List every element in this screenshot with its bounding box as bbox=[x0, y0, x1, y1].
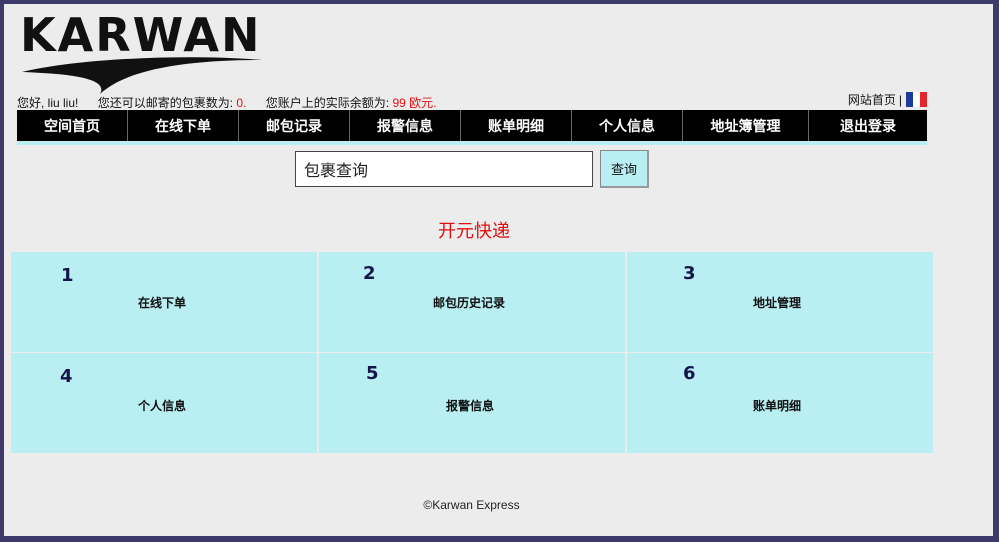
section-title: 开元快递 bbox=[438, 221, 510, 242]
tile-online-order[interactable]: 1 在线下单 bbox=[11, 252, 317, 352]
karwan-logo[interactable]: KARWAN bbox=[20, 10, 264, 96]
feature-grid: 1 在线下单 2 邮包历史记录 3 地址管理 4 个人信息 5 报警信息 6 账… bbox=[11, 252, 933, 453]
nav-address-book[interactable]: 地址簿管理 bbox=[683, 110, 809, 141]
tile-label: 报警信息 bbox=[446, 399, 495, 413]
tile-profile[interactable]: 4 个人信息 bbox=[11, 353, 317, 453]
logo-swoosh-icon bbox=[22, 57, 262, 94]
tile-billing[interactable]: 6 账单明细 bbox=[627, 353, 933, 453]
tile-number: 6 bbox=[683, 363, 696, 384]
parcels-value: 0. bbox=[236, 96, 247, 110]
tile-number: 4 bbox=[60, 366, 73, 387]
nav-parcel-records[interactable]: 邮包记录 bbox=[239, 110, 350, 141]
tile-parcel-history[interactable]: 2 邮包历史记录 bbox=[319, 252, 625, 352]
nav-profile[interactable]: 个人信息 bbox=[572, 110, 683, 141]
top-links: 网站首页 | bbox=[848, 91, 927, 108]
page-frame: KARWAN 您好, liu liu! 您还可以邮寄的包裹数为: 0. 您账户上… bbox=[4, 4, 993, 536]
link-separator: | bbox=[898, 92, 902, 107]
nav-online-order[interactable]: 在线下单 bbox=[128, 110, 239, 141]
tile-number: 5 bbox=[366, 363, 379, 384]
tile-label: 个人信息 bbox=[138, 399, 187, 413]
balance-value: 99 欧元. bbox=[392, 96, 437, 110]
tile-label: 账单明细 bbox=[753, 399, 802, 413]
tile-alerts[interactable]: 5 报警信息 bbox=[319, 353, 625, 453]
nav-logout[interactable]: 退出登录 bbox=[809, 110, 927, 141]
footer-copyright: ©Karwan Express bbox=[423, 498, 520, 512]
france-flag-icon[interactable] bbox=[906, 92, 927, 107]
tile-label: 在线下单 bbox=[138, 296, 187, 310]
parcel-search-input[interactable] bbox=[295, 151, 593, 187]
balance-label: 您账户上的实际余额为: bbox=[265, 96, 390, 110]
tile-label: 邮包历史记录 bbox=[433, 296, 506, 310]
parcels-label: 您还可以邮寄的包裹数为: bbox=[97, 96, 234, 110]
logo-text: KARWAN bbox=[20, 8, 262, 62]
nav-alerts[interactable]: 报警信息 bbox=[350, 110, 461, 141]
tile-number: 3 bbox=[683, 263, 696, 284]
account-summary: 您好, liu liu! 您还可以邮寄的包裹数为: 0. 您账户上的实际余额为:… bbox=[17, 94, 436, 111]
tile-label: 地址管理 bbox=[753, 296, 802, 310]
tile-number: 1 bbox=[61, 265, 74, 286]
site-home-link[interactable]: 网站首页 bbox=[848, 91, 896, 108]
nav-billing[interactable]: 账单明细 bbox=[461, 110, 572, 141]
main-nav: 空间首页 在线下单 邮包记录 报警信息 账单明细 个人信息 地址簿管理 退出登录 bbox=[17, 110, 927, 145]
nav-space-home[interactable]: 空间首页 bbox=[17, 110, 128, 141]
tile-address-management[interactable]: 3 地址管理 bbox=[627, 252, 933, 352]
tile-number: 2 bbox=[363, 263, 376, 284]
greeting-text: 您好, liu liu! bbox=[17, 96, 79, 110]
search-button[interactable]: 查询 bbox=[600, 150, 649, 188]
